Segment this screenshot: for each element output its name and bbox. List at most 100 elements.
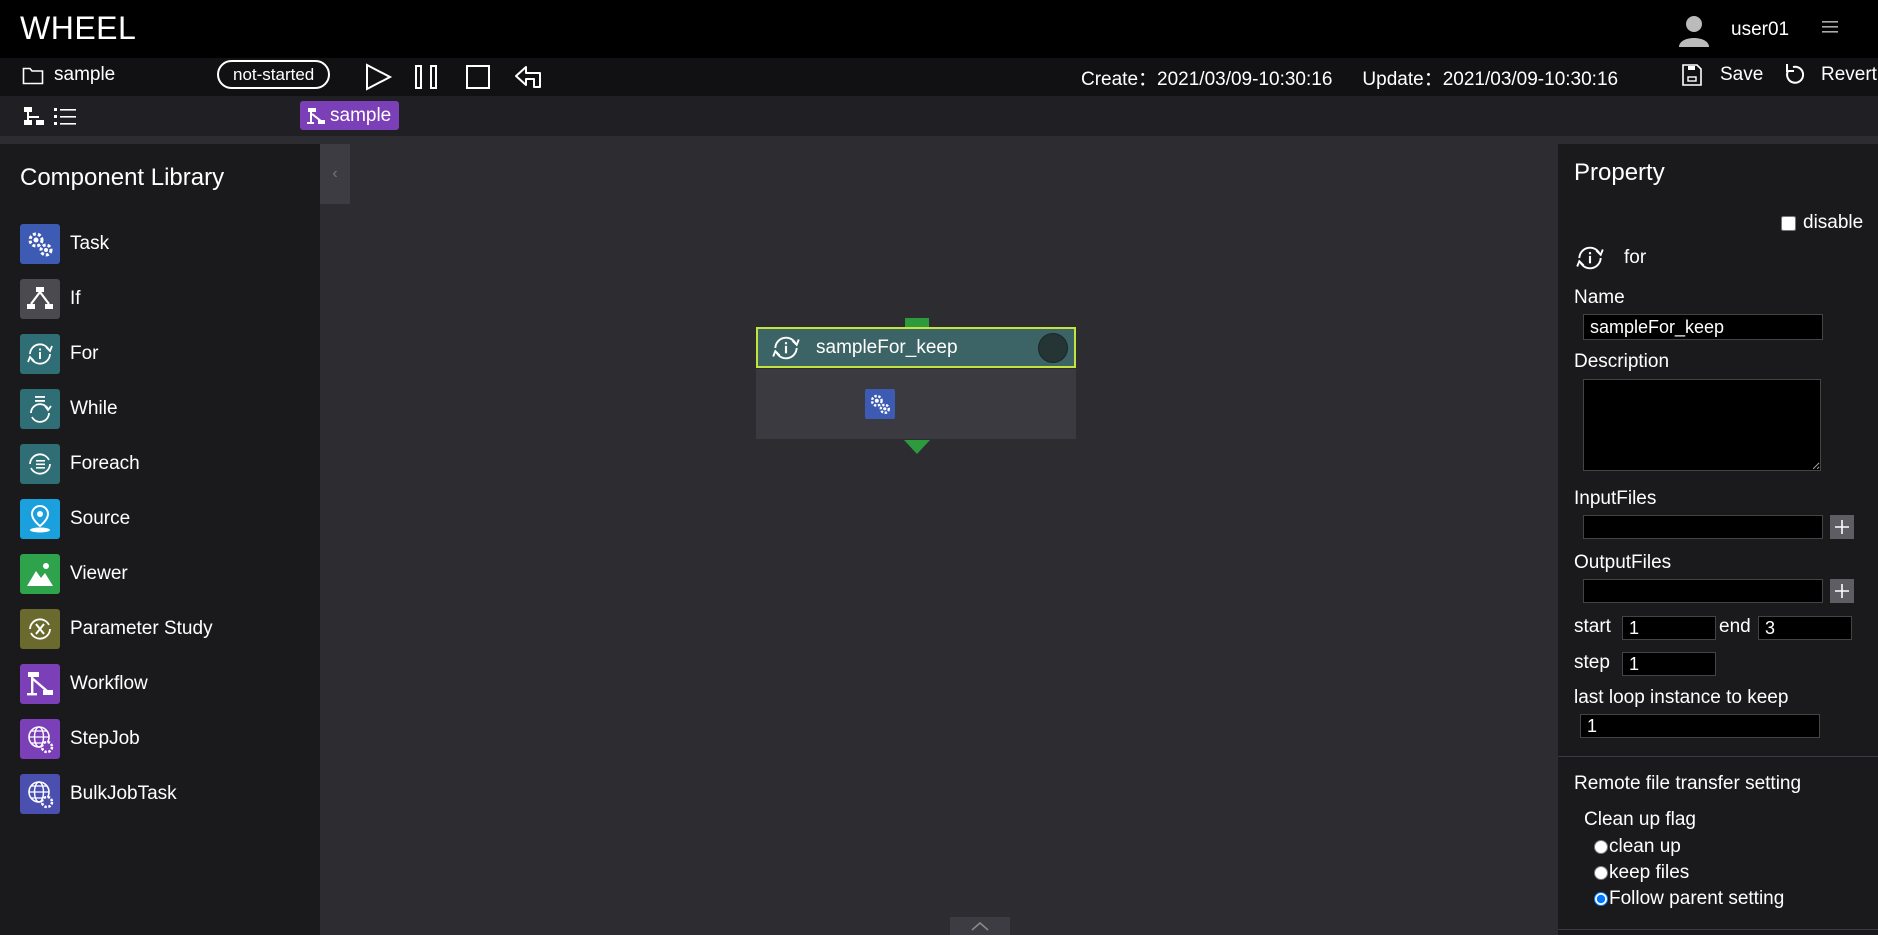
output-files-label: OutputFiles [1574, 552, 1672, 573]
node-status-indicator [1038, 333, 1068, 363]
keep-field[interactable] [1580, 714, 1820, 738]
name-field[interactable] [1583, 314, 1823, 340]
node-name: sampleFor_keep [816, 336, 958, 358]
library-item-for[interactable]: For [20, 326, 213, 381]
stop-button[interactable] [462, 61, 494, 93]
user-icon [1679, 16, 1709, 47]
viewer-icon [20, 553, 60, 594]
input-files-field[interactable] [1583, 515, 1823, 539]
plus-icon [1835, 520, 1849, 534]
library-item-while[interactable]: While [20, 381, 213, 436]
pause-button[interactable] [411, 61, 443, 93]
chevron-left-icon: ‹ [332, 165, 338, 182]
while-icon [20, 388, 60, 429]
chevron-up-icon [971, 921, 989, 931]
component-type: for [1574, 242, 1646, 274]
add-output-file-button[interactable] [1830, 579, 1854, 603]
folder-icon [22, 67, 44, 85]
divider [1558, 756, 1878, 757]
foreach-icon [20, 443, 60, 484]
description-label: Description [1574, 351, 1670, 372]
disable-toggle[interactable]: disable [1781, 212, 1863, 234]
node-body [756, 369, 1076, 439]
plus-icon [1835, 584, 1849, 598]
start-field[interactable] [1622, 616, 1716, 640]
bulkjobtask-icon [20, 773, 60, 814]
user-name: user01 [1731, 19, 1790, 40]
divider [1558, 929, 1878, 930]
property-panel: Property disable for Name Description In… [1558, 144, 1878, 935]
step-field[interactable] [1622, 652, 1716, 676]
hamburger-menu-icon[interactable] [1822, 20, 1838, 34]
library-item-bulkjobtask[interactable]: BulkJobTask [20, 766, 213, 821]
remote-transfer-label: Remote file transfer setting [1574, 773, 1802, 794]
breadcrumb-bar: sample [0, 96, 1878, 136]
radio-keep-files-input[interactable] [1594, 866, 1608, 880]
node-header[interactable]: sampleFor_keep [756, 327, 1076, 368]
library-item-task[interactable]: Task [20, 216, 213, 271]
for-icon [1576, 246, 1604, 270]
for-node[interactable]: sampleFor_keep [756, 327, 1076, 439]
keep-label: last loop instance to keep [1574, 687, 1789, 708]
top-bar: WHEEL user01 [0, 0, 1878, 58]
radio-follow-parent-input[interactable] [1594, 892, 1608, 906]
library-list: Task If For While Foreach Source Viewer … [20, 216, 213, 821]
update-time: Update：2021/03/09-10:30:16 [1362, 69, 1619, 90]
cleanup-flag-label: Clean up flag [1584, 809, 1696, 830]
stepjob-icon [20, 718, 60, 759]
task-icon [20, 223, 60, 264]
user-menu[interactable]: user01 [1677, 10, 1789, 50]
collapse-library-button[interactable]: ‹ [320, 144, 350, 204]
output-files-field[interactable] [1583, 579, 1823, 603]
revert-icon [1786, 64, 1805, 84]
end-label: end [1719, 616, 1751, 637]
project-name: sample [22, 64, 115, 86]
create-time: Create：2021/03/09-10:30:16 [1081, 69, 1333, 90]
save-icon [1682, 64, 1702, 86]
graph-view-icon[interactable] [22, 105, 46, 127]
project-state-badge: not-started [217, 60, 331, 89]
revert-button[interactable]: Revert [1781, 62, 1877, 88]
library-title: Component Library [20, 164, 225, 191]
workflow-icon [307, 107, 325, 124]
library-item-if[interactable]: If [20, 271, 213, 326]
for-icon [20, 333, 60, 374]
workflow-icon [20, 663, 60, 704]
step-label: step [1574, 652, 1610, 673]
library-item-source[interactable]: Source [20, 491, 213, 546]
add-input-file-button[interactable] [1830, 515, 1854, 539]
end-field[interactable] [1758, 616, 1852, 640]
expand-log-button[interactable] [950, 917, 1010, 935]
parameter-study-icon [20, 608, 60, 649]
radio-keep-files[interactable]: keep files [1594, 862, 1689, 884]
library-item-workflow[interactable]: Workflow [20, 656, 213, 711]
child-task-icon[interactable] [865, 389, 895, 419]
for-icon [772, 336, 800, 359]
timestamps: Create：2021/03/09-10:30:16 Update：2021/0… [1081, 64, 1618, 91]
wheel-app: WHEEL user01 sample not-started Create：2… [0, 0, 1878, 935]
node-output-port[interactable] [904, 440, 930, 454]
radio-clean-up[interactable]: clean up [1594, 836, 1681, 858]
breadcrumb-item-sample[interactable]: sample [300, 101, 400, 130]
library-item-parameter-study[interactable]: Parameter Study [20, 601, 213, 656]
library-item-viewer[interactable]: Viewer [20, 546, 213, 601]
radio-clean-up-input[interactable] [1594, 840, 1608, 854]
radio-follow-parent[interactable]: Follow parent setting [1594, 888, 1784, 910]
save-button[interactable]: Save [1680, 62, 1763, 88]
description-field[interactable] [1583, 379, 1821, 471]
input-files-label: InputFiles [1574, 488, 1657, 509]
source-icon [20, 498, 60, 539]
component-library: Component Library Task If For While Fore… [0, 144, 320, 935]
project-toolbar: sample not-started Create：2021/03/09-10:… [0, 58, 1878, 96]
start-label: start [1574, 616, 1611, 637]
run-button[interactable] [362, 61, 394, 93]
cleanup-button[interactable] [512, 61, 544, 93]
list-view-icon[interactable] [53, 105, 77, 127]
library-item-foreach[interactable]: Foreach [20, 436, 213, 491]
disable-checkbox[interactable] [1781, 215, 1796, 231]
property-title: Property [1574, 159, 1665, 186]
if-icon [20, 278, 60, 319]
library-item-stepjob[interactable]: StepJob [20, 711, 213, 766]
name-label: Name [1574, 287, 1625, 308]
project-name-label: sample [54, 64, 116, 85]
